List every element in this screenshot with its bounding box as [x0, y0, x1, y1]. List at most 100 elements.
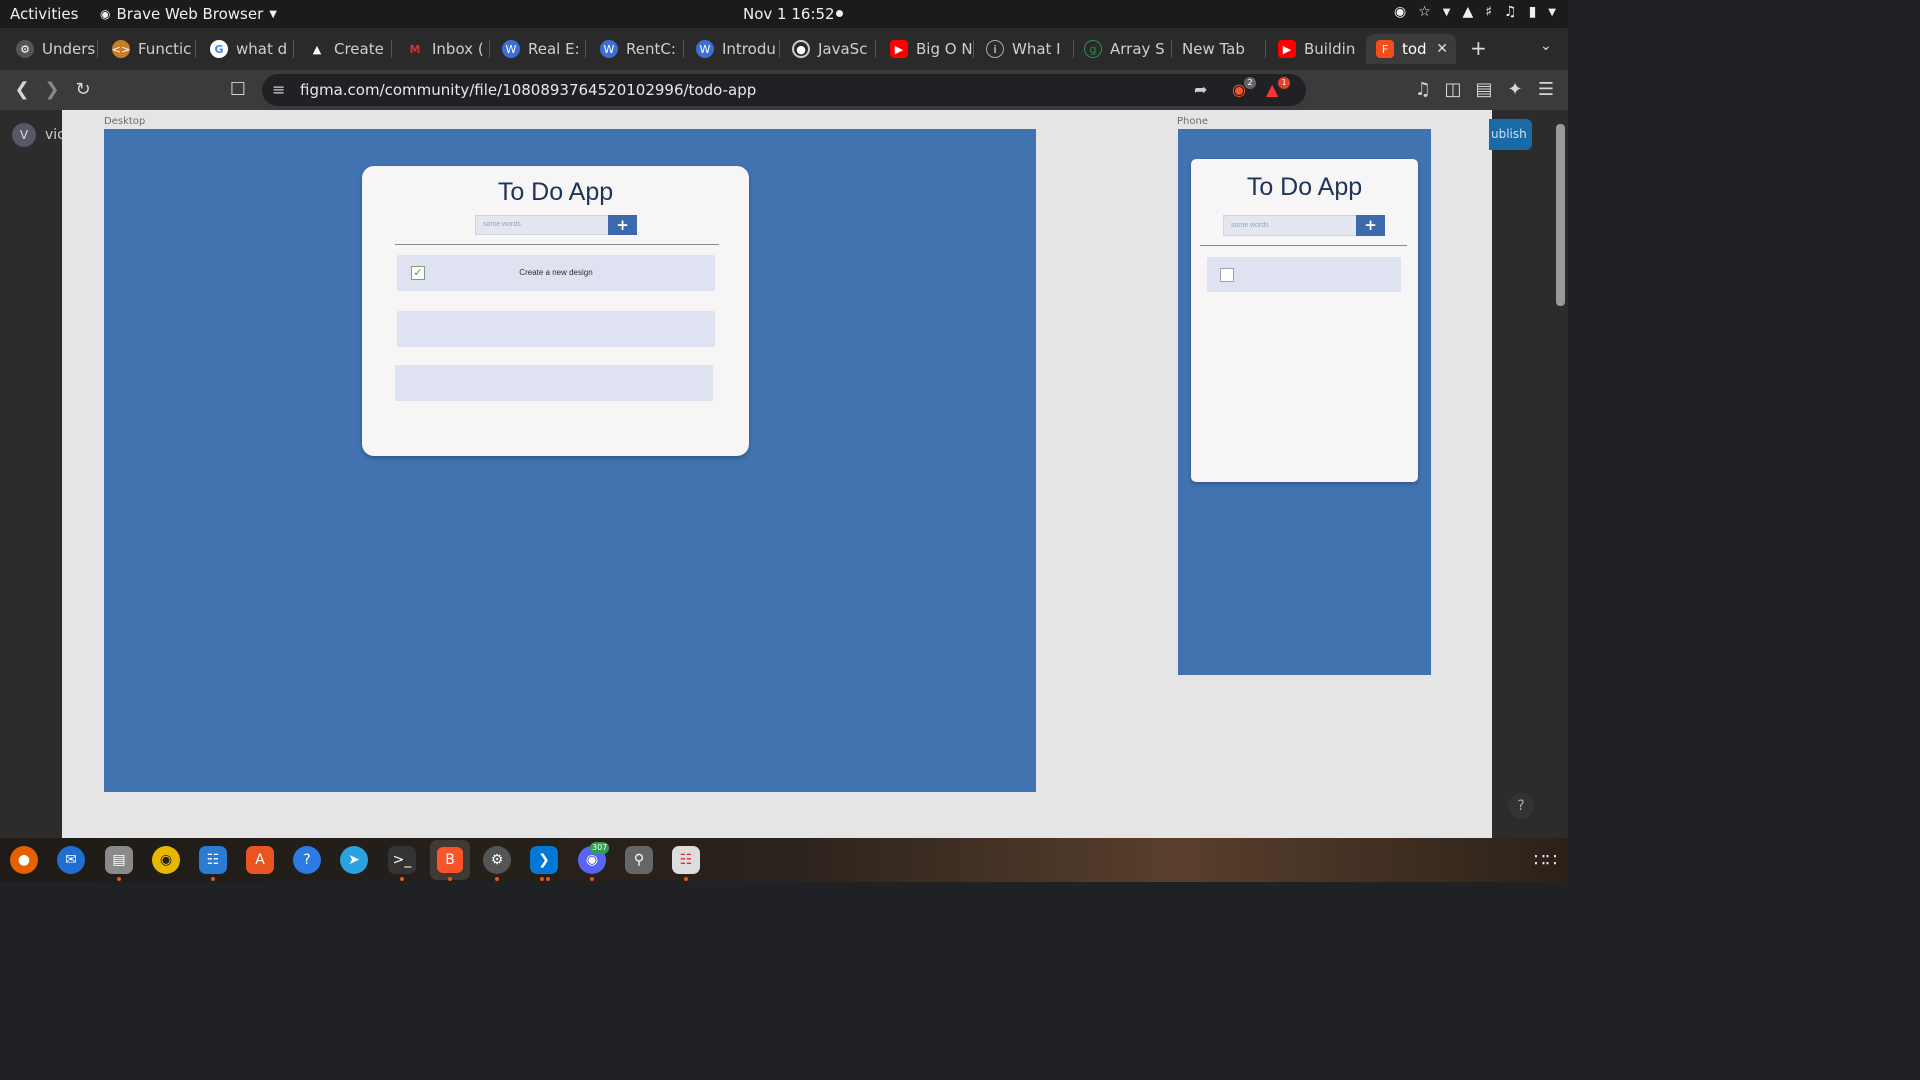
document-viewer-icon[interactable]: ☷ [672, 846, 700, 874]
help-button[interactable]: ? [1508, 793, 1534, 819]
help-icon[interactable]: ? [293, 846, 321, 874]
clock[interactable]: Nov 1 16:52 [743, 5, 835, 23]
tab-big-o[interactable]: ▶ Big O N [880, 34, 974, 64]
gmail-icon: M [409, 42, 421, 56]
bluetooth-icon[interactable]: ♯ [1485, 4, 1492, 20]
tab-function[interactable]: <> Functic [102, 34, 196, 64]
scroll-thumb[interactable] [1556, 124, 1565, 306]
todo-card-mobile: To Do App some words + [1191, 159, 1418, 482]
activities-button[interactable]: Activities [10, 5, 78, 23]
tab-inbox[interactable]: M Inbox ( [396, 34, 490, 64]
todo-item[interactable] [1207, 257, 1401, 292]
telegram-icon[interactable]: ➤ [340, 846, 368, 874]
brave-shield-icon: ◉ [100, 7, 111, 21]
phone-frame[interactable]: To Do App some words + [1178, 129, 1431, 675]
chevron-down-icon: ▼ [1548, 6, 1556, 18]
w-icon: W [502, 40, 520, 58]
accessibility-icon[interactable]: ☆ [1418, 4, 1431, 20]
image-viewer-icon[interactable]: ⚲ [625, 846, 653, 874]
phone-frame-label[interactable]: Phone [1177, 116, 1208, 127]
tab-array[interactable]: g Array S [1074, 34, 1172, 64]
tab-introduction[interactable]: W Introdu [686, 34, 780, 64]
vscode-icon[interactable]: ❯ [530, 846, 558, 874]
tab-label: Inbox ( [432, 40, 484, 58]
tab-label: Functic [138, 40, 192, 58]
tab-search-chevron-icon[interactable]: ⌄ [1540, 38, 1552, 54]
tab-building[interactable]: ▶ Buildin [1268, 34, 1362, 64]
show-apps-grid-icon[interactable]: ∷∷ [1534, 850, 1557, 871]
target-icon: ● [792, 40, 810, 58]
checkbox-empty-icon[interactable] [1220, 268, 1234, 282]
app-menu[interactable]: ◉ Brave Web Browser ▼ [100, 5, 277, 23]
brave-rewards-icon[interactable]: ▲ [1266, 80, 1278, 99]
tab-label: Real E: [528, 40, 580, 58]
forward-arrow-icon[interactable]: ❯ [40, 78, 64, 102]
discord-tray-icon[interactable]: ◉ [1394, 4, 1406, 20]
tab-label: tod [1402, 40, 1427, 58]
system-tray[interactable]: ◉ ☆ ▼ ▲ ♯ ♫ ▮ ▼ [1394, 4, 1556, 20]
taskbar-dock: ● ✉ ▤ ◉ ☷ A ? ➤ >_ B ⚙ ❯ ◉ 307 ⚲ ☷ [0, 838, 1568, 882]
music-icon[interactable]: ♫ [1411, 78, 1435, 102]
add-todo-button[interactable]: + [1356, 215, 1385, 236]
wifi-icon[interactable]: ▲ [1462, 4, 1473, 20]
tab-what-does[interactable]: G what d [200, 34, 294, 64]
gear-icon: ⚙ [16, 40, 34, 58]
tab-todo-figma[interactable]: F tod ✕ [1366, 34, 1456, 64]
code-icon: <> [112, 40, 130, 58]
todo-input[interactable]: some words [475, 215, 609, 235]
user-avatar[interactable]: V [12, 123, 36, 147]
tab-label: JavaSc [818, 40, 868, 58]
publish-button[interactable]: ublish [1489, 119, 1532, 150]
thunderbird-icon[interactable]: ✉ [57, 846, 85, 874]
add-todo-button[interactable]: + [608, 215, 637, 235]
chevron-down-icon: ▼ [1442, 6, 1451, 18]
software-store-icon[interactable]: A [246, 846, 274, 874]
leo-ai-icon[interactable]: ✦ [1503, 78, 1527, 102]
desktop-frame-label[interactable]: Desktop [104, 116, 145, 127]
todo-card: To Do App some words + ✓ Create a new de… [362, 166, 749, 456]
vertical-scrollbar[interactable] [1553, 110, 1568, 838]
desktop-frame[interactable]: To Do App some words + ✓ Create a new de… [104, 129, 1036, 792]
tab-label: Unders [42, 40, 96, 58]
url-text[interactable]: figma.com/community/file/108089376452010… [300, 81, 756, 99]
tab-create[interactable]: ▲ Create [298, 34, 392, 64]
new-tab-plus-icon[interactable]: + [1470, 36, 1487, 60]
share-icon[interactable]: ➦ [1194, 80, 1207, 99]
files-icon[interactable]: ▤ [105, 846, 133, 874]
tab-understand[interactable]: ⚙ Unders [6, 34, 98, 64]
todo-input[interactable]: some words [1223, 215, 1357, 236]
tab-label: Create [334, 40, 384, 58]
address-bar[interactable]: ≡ figma.com/community/file/1080893764520… [262, 74, 1306, 106]
menu-icon[interactable]: ☰ [1534, 78, 1558, 102]
writer-icon[interactable]: ☷ [199, 846, 227, 874]
sidebar-toggle-icon[interactable]: ◫ [1441, 78, 1465, 102]
site-settings-icon[interactable]: ≡ [272, 80, 285, 99]
youtube-icon: ▶ [890, 40, 908, 58]
tab-what-is[interactable]: i What I [976, 34, 1074, 64]
tab-real-estate[interactable]: W Real E: [492, 34, 586, 64]
w-icon: W [600, 40, 618, 58]
brave-icon[interactable]: B [430, 840, 470, 880]
close-tab-icon[interactable]: ✕ [1436, 41, 1448, 57]
rhythmbox-icon[interactable]: ◉ [152, 846, 180, 874]
back-arrow-icon[interactable]: ❮ [10, 78, 34, 102]
tab-label: RentC: [626, 40, 676, 58]
firefox-icon[interactable]: ● [10, 846, 38, 874]
tab-label: New Tab [1182, 40, 1245, 58]
tab-javascript[interactable]: ● JavaSc [782, 34, 876, 64]
todo-item[interactable]: ✓ Create a new design [397, 255, 715, 291]
terminal-icon[interactable]: >_ [388, 846, 416, 874]
reload-icon[interactable]: ↻ [71, 78, 95, 102]
tab-rentc[interactable]: W RentC: [590, 34, 684, 64]
wallet-icon[interactable]: ▤ [1472, 78, 1496, 102]
info-icon: i [986, 40, 1004, 58]
volume-icon[interactable]: ♫ [1504, 4, 1517, 20]
tab-label: Introdu [722, 40, 776, 58]
settings-icon[interactable]: ⚙ [483, 846, 511, 874]
todo-item[interactable] [397, 311, 715, 347]
bookmark-icon[interactable]: ☐ [226, 78, 250, 102]
tab-new-tab[interactable]: New Tab [1172, 34, 1266, 64]
figma-canvas[interactable]: Desktop Phone To Do App some words + ✓ C… [62, 110, 1492, 838]
todo-item[interactable] [395, 365, 713, 401]
battery-icon[interactable]: ▮ [1529, 4, 1537, 20]
